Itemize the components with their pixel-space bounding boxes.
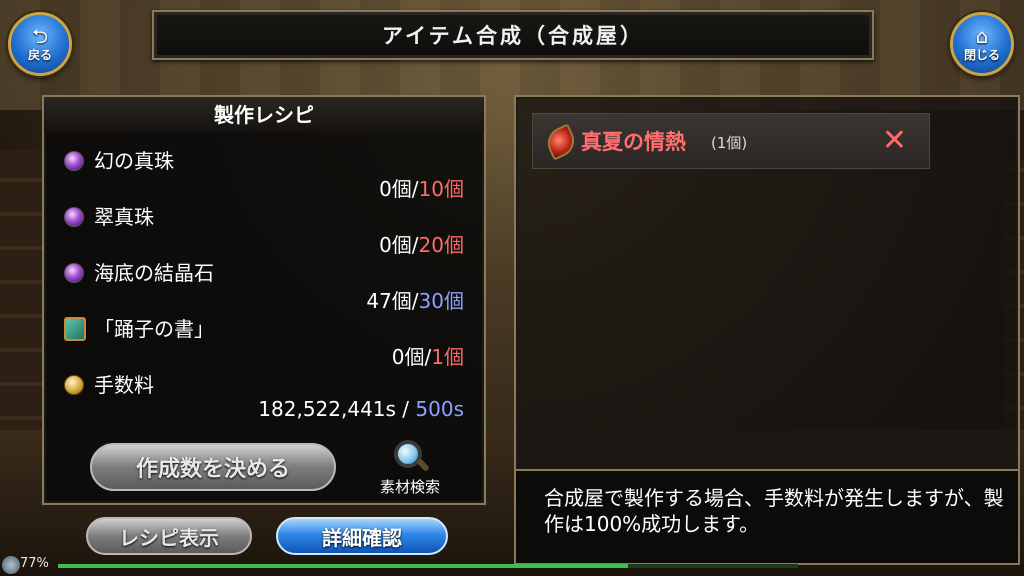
search-icon-handle: [415, 457, 431, 473]
material-have: 47個: [366, 289, 412, 313]
material-name: 「踊子の書」: [94, 317, 214, 341]
close-icon[interactable]: ✕: [882, 124, 907, 158]
material-need: 10個: [418, 177, 464, 201]
result-item-name: 真夏の情熱: [581, 130, 686, 154]
fee-need: 500s: [415, 397, 464, 421]
message-text: 合成屋で製作する場合、手数料が発生しますが、製作は100%成功します。: [544, 486, 1004, 536]
count-separator: /: [411, 177, 419, 201]
pearl-orb-icon: [64, 207, 84, 227]
material-have: 0個: [379, 177, 412, 201]
title-bar: アイテム合成（合成屋）: [152, 10, 874, 60]
fee-label: 手数料: [94, 373, 154, 397]
material-have: 0個: [391, 345, 425, 369]
book-icon: [64, 317, 86, 341]
detail-confirm-button[interactable]: 詳細確認: [276, 517, 448, 555]
battery-icon: [2, 556, 20, 574]
result-panel: 真夏の情熱 (1個) ✕ 合成屋で製作する場合、手数料が発生しますが、製作は10…: [514, 95, 1020, 565]
message-box: 合成屋で製作する場合、手数料が発生しますが、製作は100%成功します。: [516, 469, 1018, 563]
material-name: 幻の真珠: [94, 149, 174, 173]
count-separator: /: [411, 289, 419, 313]
material-count: 47個/30個: [366, 285, 464, 314]
coins-icon: [64, 375, 84, 395]
close-button-label: 閉じる: [963, 47, 1000, 62]
material-row: 海底の結晶石 47個/30個: [64, 257, 464, 313]
material-search-label: 素材検索: [379, 478, 440, 496]
fee-separator: /: [395, 397, 416, 421]
material-name: 海底の結晶石: [94, 261, 214, 285]
material-need: 20個: [418, 233, 464, 257]
material-count: 0個/20個: [379, 229, 464, 258]
material-need: 1個: [431, 345, 464, 369]
back-button-label: 戻る: [27, 47, 52, 62]
flame-gem-icon: [542, 123, 580, 161]
battery-percent: 77%: [20, 556, 49, 571]
background-bookshelf-left: [0, 150, 45, 450]
material-row: 「踊子の書」 0個/1個: [64, 313, 464, 369]
fee-row: 手数料 182,522,441s / 500s: [64, 369, 464, 425]
home-icon: ⌂: [975, 23, 989, 48]
material-row: 翠真珠 0個/20個: [64, 201, 464, 257]
back-arrow-icon: ⮌: [31, 23, 49, 48]
page-title: アイテム合成（合成屋）: [382, 24, 644, 48]
result-item-row[interactable]: 真夏の情熱 (1個) ✕: [532, 113, 930, 169]
material-name: 翠真珠: [94, 205, 154, 229]
material-have: 0個: [379, 233, 412, 257]
pearl-orb-icon: [64, 263, 84, 283]
set-quantity-button[interactable]: 作成数を決める: [90, 443, 336, 491]
result-item-qty: (1個): [711, 134, 748, 152]
back-button[interactable]: ⮌ 戻る: [8, 12, 72, 76]
material-count: 0個/10個: [379, 173, 464, 202]
battery-fill: [58, 564, 628, 568]
status-bar: 77%: [0, 556, 1024, 576]
pearl-orb-icon: [64, 151, 84, 171]
material-count: 0個/1個: [392, 341, 464, 370]
material-row: 幻の真珠 0個/10個: [64, 145, 464, 201]
close-button[interactable]: ⌂ 閉じる: [950, 12, 1014, 76]
material-need: 30個: [418, 289, 464, 313]
recipe-display-button[interactable]: レシピ表示: [86, 517, 252, 555]
fee-have: 182,522,441s: [258, 397, 396, 421]
fee-amount: 182,522,441s / 500s: [258, 397, 464, 421]
count-separator: /: [411, 233, 419, 257]
material-search-button[interactable]: 素材検索: [370, 438, 450, 498]
recipe-heading: 製作レシピ: [44, 97, 484, 133]
